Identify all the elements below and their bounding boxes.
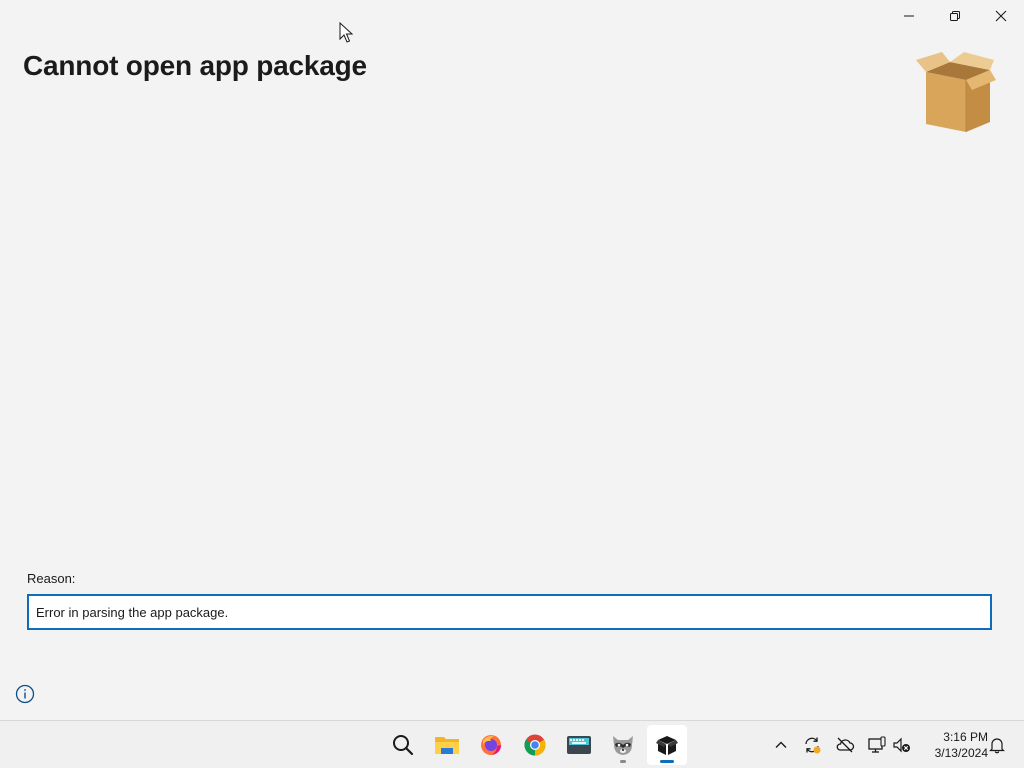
minimize-button[interactable] — [886, 0, 932, 32]
package-box-icon — [916, 52, 996, 132]
reason-value: Error in parsing the app package. — [36, 604, 229, 620]
keyboard-icon — [567, 736, 591, 754]
cloud-off-icon — [836, 737, 855, 753]
mouse-cursor-icon — [339, 22, 354, 43]
taskbar-clock[interactable]: 3:16 PM 3/13/2024 — [918, 729, 988, 761]
folder-icon — [435, 737, 459, 754]
chevron-up-icon — [775, 741, 787, 748]
active-indicator — [660, 760, 674, 763]
restore-icon — [950, 11, 960, 21]
chrome-icon — [524, 734, 546, 756]
tray-sync-button[interactable] — [801, 734, 823, 756]
taskbar-raccoon-app[interactable] — [603, 725, 643, 765]
taskbar-chrome[interactable] — [515, 725, 555, 765]
close-icon — [995, 10, 1007, 22]
minimize-icon — [904, 15, 914, 17]
clock-time: 3:16 PM — [943, 730, 988, 744]
display-icon — [868, 736, 886, 753]
search-icon — [393, 735, 414, 756]
tray-overflow-button[interactable] — [770, 734, 792, 756]
running-indicator — [620, 760, 626, 763]
reason-label: Reason: — [27, 571, 76, 586]
taskbar-keyboard-app[interactable] — [559, 725, 599, 765]
taskbar: 3:16 PM 3/13/2024 — [0, 720, 1024, 768]
tray-onedrive-button[interactable] — [834, 734, 856, 756]
sync-icon — [805, 737, 821, 754]
taskbar-app-installer[interactable] — [647, 725, 687, 765]
info-icon[interactable] — [15, 684, 35, 704]
app-installer-window: Cannot open app package Reason: Error in… — [0, 0, 1024, 720]
close-button[interactable] — [978, 0, 1024, 32]
clock-date: 3/13/2024 — [934, 746, 988, 760]
package-icon — [656, 736, 678, 755]
tray-display-button[interactable] — [866, 734, 888, 756]
page-title: Cannot open app package — [23, 50, 367, 81]
reason-field[interactable]: Error in parsing the app package. — [27, 594, 992, 630]
notification-button[interactable] — [986, 734, 1008, 756]
taskbar-file-explorer[interactable] — [427, 725, 467, 765]
taskbar-firefox[interactable] — [471, 725, 511, 765]
taskbar-search-button[interactable] — [383, 725, 423, 765]
restore-button[interactable] — [932, 0, 978, 32]
firefox-icon — [481, 735, 501, 755]
volume-muted-icon — [893, 737, 910, 753]
bell-icon — [989, 738, 1005, 754]
tray-volume-button[interactable] — [891, 734, 913, 756]
raccoon-icon — [613, 736, 633, 755]
